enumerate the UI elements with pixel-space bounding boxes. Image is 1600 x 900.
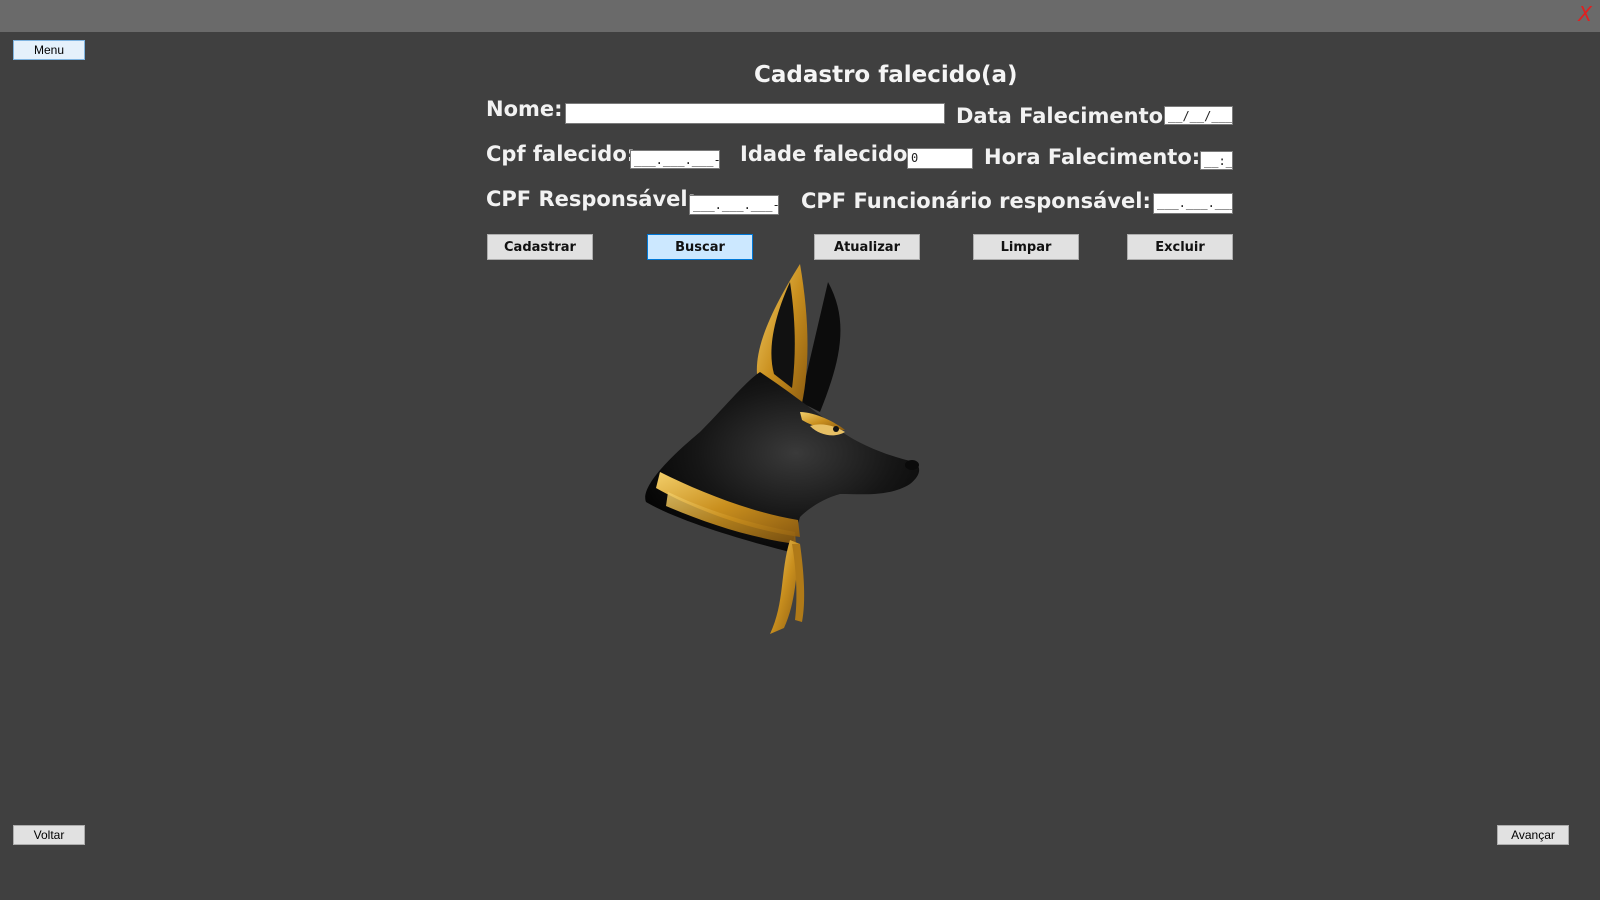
excluir-button[interactable]: Excluir bbox=[1127, 234, 1233, 260]
atualizar-button[interactable]: Atualizar bbox=[814, 234, 920, 260]
page-title: Cadastro falecido(a) bbox=[754, 62, 1018, 88]
data-falecimento-label: Data Falecimento: bbox=[956, 104, 1172, 128]
cadastrar-button[interactable]: Cadastrar bbox=[487, 234, 593, 260]
idade-falecido-label: Idade falecido: bbox=[740, 142, 916, 166]
nome-field[interactable] bbox=[565, 103, 945, 124]
title-bar: X bbox=[0, 0, 1600, 32]
voltar-button[interactable]: Voltar bbox=[13, 825, 85, 845]
data-falecimento-field[interactable]: __/__/____ bbox=[1164, 106, 1233, 125]
cpf-responsavel-label: CPF Responsável: bbox=[486, 187, 696, 211]
menu-button[interactable]: Menu bbox=[13, 40, 85, 60]
anubis-head-icon bbox=[645, 264, 920, 634]
hora-falecimento-field[interactable]: __:__ bbox=[1200, 151, 1233, 170]
idade-falecido-field[interactable]: 0 bbox=[907, 148, 973, 169]
nome-label: Nome: bbox=[486, 97, 563, 121]
cpf-falecido-field[interactable]: ___.___.___-__ bbox=[630, 150, 720, 169]
cpf-funcionario-label: CPF Funcionário responsável: bbox=[801, 189, 1151, 213]
cpf-funcionario-field[interactable]: ___.___.___-__ bbox=[1153, 193, 1233, 214]
hora-falecimento-label: Hora Falecimento: bbox=[984, 145, 1201, 169]
avancar-button[interactable]: Avançar bbox=[1497, 825, 1569, 845]
limpar-button[interactable]: Limpar bbox=[973, 234, 1079, 260]
buscar-button[interactable]: Buscar bbox=[647, 234, 753, 260]
close-button[interactable]: X bbox=[1578, 2, 1592, 26]
cpf-responsavel-field[interactable]: ___.___.___-__ bbox=[689, 195, 779, 215]
cpf-falecido-label: Cpf falecido: bbox=[486, 142, 636, 166]
